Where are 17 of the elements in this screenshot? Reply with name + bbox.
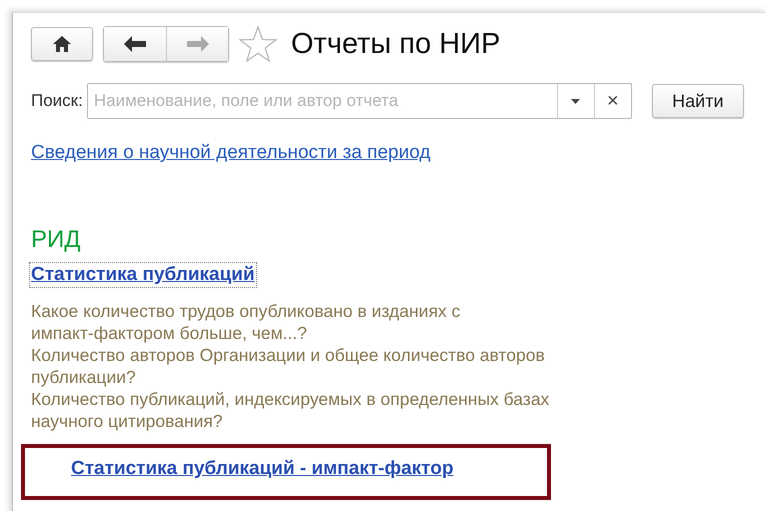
clear-button[interactable]: × — [594, 84, 631, 118]
report-link[interactable]: Статистика публикаций — [31, 264, 255, 286]
report-link[interactable]: Статистика публикаций - импакт-фактор — [71, 458, 454, 480]
caret-icon — [571, 98, 580, 104]
home-icon — [53, 36, 71, 52]
search-field[interactable]: Наименование, поле или автор отчета × — [86, 83, 632, 119]
window-title: Отчеты по НИР — [291, 28, 500, 60]
report-link[interactable]: Сведения о научной деятельности за период — [31, 142, 430, 164]
right-arrow-icon — [186, 36, 208, 52]
find-button[interactable]: Найти — [652, 84, 744, 118]
section-title: РИД — [31, 226, 82, 254]
search-label: Поиск: — [31, 91, 83, 111]
back-button[interactable] — [104, 27, 166, 61]
star-icon[interactable] — [239, 26, 277, 62]
left-arrow-icon — [124, 36, 146, 52]
home-button[interactable] — [31, 27, 93, 61]
report-description: Какое количество трудов опубликовано в изданиях с импакт-фактором больше, чем...? Количество авторов Организации и общее количество авторов публикации? Количество публикаций, индексируемых в определенных базах научного цитирования? — [31, 300, 550, 432]
